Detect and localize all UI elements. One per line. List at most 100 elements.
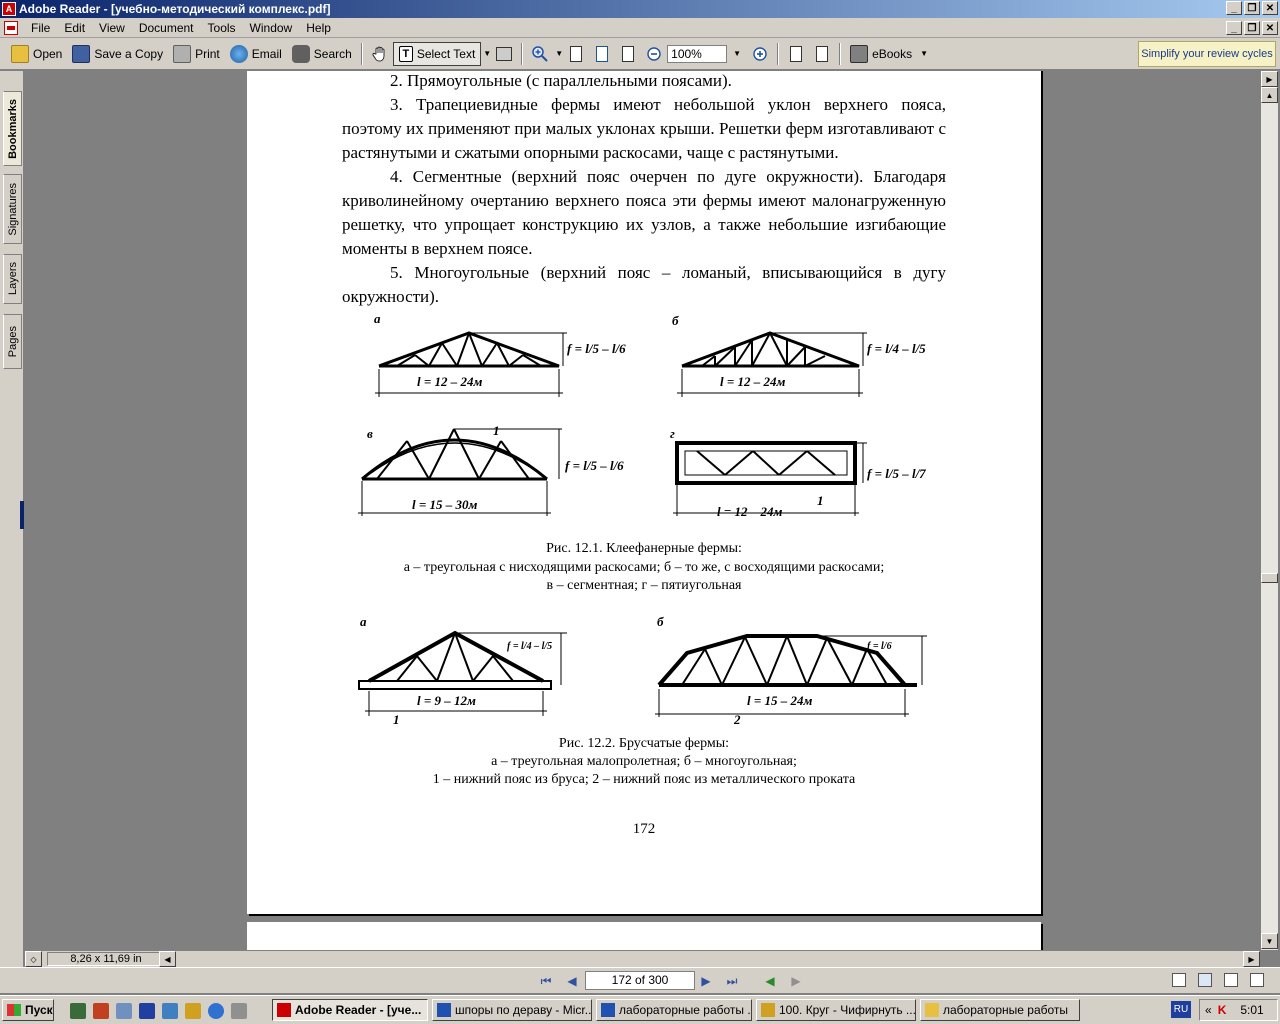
quicklaunch-icon[interactable] <box>139 1003 155 1019</box>
doc-close-button[interactable]: ✕ <box>1262 21 1278 35</box>
scroll-up-button[interactable]: ▲ <box>1261 87 1278 103</box>
tab-layers[interactable]: Layers <box>3 254 22 304</box>
menu-document[interactable]: Document <box>132 21 201 35</box>
task-adobe-reader[interactable]: Adobe Reader - [уче... <box>272 999 428 1021</box>
rotate-clockwise-icon[interactable] <box>786 44 806 64</box>
fig1-span-a: l = 12 – 24м <box>417 374 483 389</box>
task-word-document-2[interactable]: лабораторные работы ... <box>596 999 752 1021</box>
go-back-icon[interactable]: ◀ <box>762 973 778 989</box>
zoom-in-plus-icon[interactable] <box>750 44 770 64</box>
menu-file[interactable]: File <box>24 21 57 35</box>
task-folder[interactable]: лабораторные работы <box>920 999 1080 1021</box>
previous-page-icon[interactable]: ◀ <box>564 973 580 989</box>
ebooks-button[interactable]: eBooks ▼ <box>845 42 933 66</box>
paragraph-3: 3. Трапециевидные фермы имеют небольшой … <box>342 95 946 162</box>
select-text-button[interactable]: T Select Text <box>392 41 482 66</box>
chevron-down-icon[interactable]: ▼ <box>555 49 563 58</box>
horizontal-scrollbar[interactable]: ◇ 8,26 x 11,69 in ◀ ▶ <box>25 950 1260 967</box>
scroll-right-button[interactable]: ▶ <box>1243 951 1260 967</box>
facing-pages-icon[interactable] <box>1224 973 1238 987</box>
title-bar: A Adobe Reader - [учебно-методический ко… <box>0 0 1280 18</box>
folder-icon <box>925 1003 939 1017</box>
quicklaunch-icon[interactable] <box>185 1003 201 1019</box>
toolbar: Open Save a Copy Print Email Search T Se… <box>0 38 1280 70</box>
quicklaunch-icon[interactable] <box>208 1003 224 1019</box>
fig1-height-g: f = l/5 – l/7 <box>867 466 926 481</box>
browser-icon <box>761 1003 775 1017</box>
minimize-button[interactable]: _ <box>1226 1 1242 15</box>
go-forward-icon[interactable]: ▶ <box>788 973 804 989</box>
paragraph-4: 4. Сегментные (верхний пояс очерчен по д… <box>342 167 946 258</box>
next-page-icon[interactable]: ▶ <box>698 973 714 989</box>
scroll-down-button[interactable]: ▼ <box>1261 933 1278 949</box>
antivirus-icon[interactable]: K <box>1218 1003 1227 1017</box>
fig2-label-b: б <box>657 614 664 629</box>
close-button[interactable]: ✕ <box>1262 1 1278 15</box>
fit-page-icon[interactable] <box>592 44 612 64</box>
windows-flag-icon <box>7 1004 21 1016</box>
first-page-icon[interactable]: ⏮ <box>538 973 554 989</box>
clock[interactable]: 5:01 <box>1240 1003 1263 1017</box>
menu-help[interactable]: Help <box>299 21 338 35</box>
promo-banner[interactable]: Simplify your review cycles <box>1138 41 1276 67</box>
doc-minimize-button[interactable]: _ <box>1226 21 1242 35</box>
language-indicator[interactable]: RU <box>1171 1001 1191 1018</box>
vertical-scrollbar[interactable]: ▶ ▲ ▼ <box>1261 71 1278 950</box>
doc-restore-button[interactable]: ❐ <box>1244 21 1260 35</box>
globe-icon <box>229 44 248 63</box>
quicklaunch-icon[interactable] <box>93 1003 109 1019</box>
chevron-down-icon[interactable]: ▼ <box>483 49 491 58</box>
actual-size-icon[interactable] <box>566 44 586 64</box>
zoom-level-field[interactable]: 100% <box>667 44 728 63</box>
folder-icon <box>11 44 29 63</box>
next-pdf-page <box>247 922 1041 950</box>
figure-12-2 <box>358 630 927 717</box>
menu-view[interactable]: View <box>92 21 132 35</box>
taskbar: Пуск Adobe Reader - [уче... шпоры по дер… <box>0 995 1280 1024</box>
print-button[interactable]: Print <box>168 42 225 66</box>
quicklaunch-icon[interactable] <box>162 1003 178 1019</box>
start-button[interactable]: Пуск <box>2 999 54 1021</box>
zoom-out-icon[interactable] <box>644 44 664 64</box>
document-area[interactable]: 2. Прямоугольные (с параллельными поясам… <box>25 71 1260 950</box>
quicklaunch-icon[interactable] <box>116 1003 132 1019</box>
menu-window[interactable]: Window <box>243 21 300 35</box>
split-handle-icon[interactable]: ◇ <box>25 951 42 967</box>
fig1-height-b: f = l/4 – l/5 <box>867 341 926 356</box>
page-number-field[interactable]: 172 of 300 <box>585 971 695 990</box>
document-icon[interactable] <box>4 20 18 35</box>
panel-resize-handle[interactable] <box>20 501 24 529</box>
task-label: лабораторные работы <box>943 1003 1069 1017</box>
tab-bookmarks[interactable]: Bookmarks <box>3 91 22 166</box>
menu-edit[interactable]: Edit <box>57 21 92 35</box>
continuous-page-icon[interactable] <box>1198 973 1212 987</box>
email-button[interactable]: Email <box>225 42 287 66</box>
chevron-down-icon[interactable]: ▼ <box>733 49 741 58</box>
tab-layers-label: Layers <box>6 262 19 296</box>
rotate-counterclockwise-icon[interactable] <box>812 44 832 64</box>
split-handle-icon[interactable]: ▶ <box>1261 71 1278 87</box>
snapshot-icon[interactable] <box>494 44 514 64</box>
menu-tools[interactable]: Tools <box>201 21 243 35</box>
search-button[interactable]: Search <box>287 42 357 66</box>
task-word-document[interactable]: шпоры по дераву - Micr... <box>432 999 592 1021</box>
single-page-icon[interactable] <box>1172 973 1186 987</box>
window-title: Adobe Reader - [учебно-методический комп… <box>19 2 331 16</box>
open-button[interactable]: Open <box>6 42 67 66</box>
save-copy-button[interactable]: Save a Copy <box>67 42 168 66</box>
last-page-icon[interactable]: ⏭ <box>724 973 740 989</box>
fit-width-icon[interactable] <box>618 44 638 64</box>
restore-button[interactable]: ❐ <box>1244 1 1260 15</box>
quicklaunch-icon[interactable] <box>70 1003 86 1019</box>
scroll-left-button[interactable]: ◀ <box>159 951 176 967</box>
continuous-facing-icon[interactable] <box>1250 973 1264 987</box>
tab-signatures[interactable]: Signatures <box>3 174 22 244</box>
zoom-in-icon[interactable] <box>530 44 550 64</box>
quicklaunch-icon[interactable] <box>231 1003 247 1019</box>
scroll-thumb[interactable] <box>1261 573 1278 583</box>
task-browser[interactable]: 100. Круг - Чифирнуть ... <box>756 999 916 1021</box>
tab-pages[interactable]: Pages <box>3 314 22 369</box>
tray-expand-icon[interactable]: « <box>1205 1003 1212 1017</box>
save-copy-label: Save a Copy <box>94 46 164 61</box>
hand-tool-icon[interactable] <box>370 44 390 64</box>
